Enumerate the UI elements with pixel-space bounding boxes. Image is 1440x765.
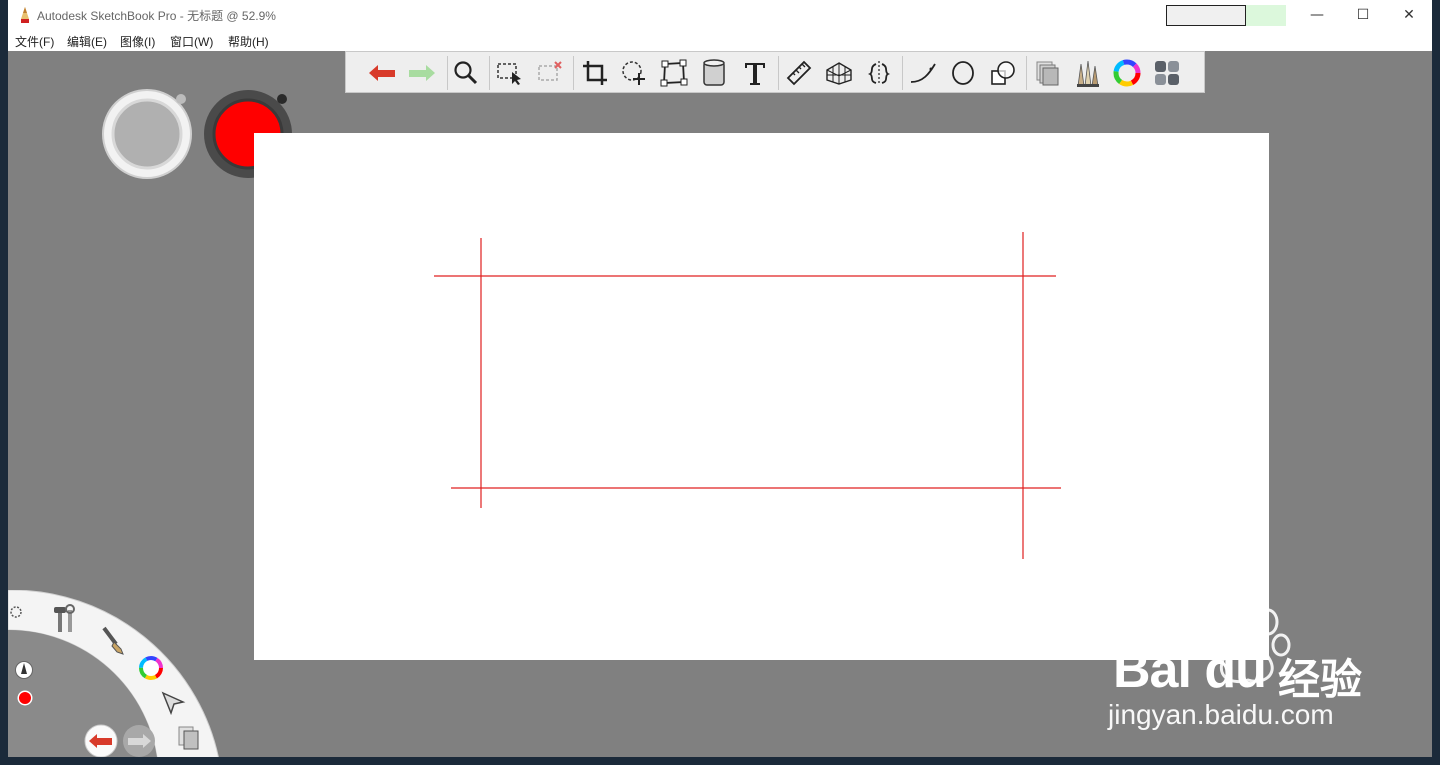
title-bar-field-highlight	[1246, 5, 1286, 26]
palettes-icon[interactable]	[1151, 57, 1183, 89]
watermark-cn: 经验	[1278, 655, 1363, 704]
text-icon[interactable]	[739, 57, 771, 89]
toolbar-separator	[573, 56, 574, 90]
main-toolbar	[345, 51, 1205, 93]
canvas-strokes	[434, 232, 1061, 559]
close-button[interactable]: ✕	[1386, 0, 1432, 30]
toolbar-separator	[1026, 56, 1027, 90]
lagoon-color-wheel-icon[interactable]	[135, 652, 167, 684]
drawing-canvas[interactable]	[254, 133, 1269, 660]
transform-icon[interactable]	[618, 57, 650, 89]
layers-icon[interactable]	[1031, 57, 1063, 89]
shapes-icon[interactable]	[987, 57, 1019, 89]
menu-file[interactable]: 文件(F)	[15, 33, 54, 50]
zoom-icon[interactable]	[450, 57, 482, 89]
title-bar: Autodesk SketchBook Pro - 无标题 @ 52.9% — …	[8, 0, 1432, 30]
redo-icon[interactable]	[406, 57, 438, 89]
watermark-brand: Bai du	[1113, 641, 1267, 699]
lagoon-menu	[8, 590, 238, 757]
minimize-button[interactable]: —	[1294, 0, 1340, 30]
watermark-url: jingyan.baidu.com	[1108, 699, 1334, 730]
brushes-icon[interactable]	[1071, 57, 1103, 89]
ellipse-icon[interactable]	[947, 57, 979, 89]
menu-image[interactable]: 图像(I)	[120, 33, 155, 50]
title-bar-field	[1166, 5, 1246, 26]
lagoon-redo-icon[interactable]	[122, 724, 156, 757]
menu-window[interactable]: 窗口(W)	[170, 33, 213, 50]
lagoon-layers-icon[interactable]	[174, 723, 204, 753]
lagoon-pencil-icon[interactable]	[14, 660, 34, 680]
curve-icon[interactable]	[907, 57, 939, 89]
select-icon[interactable]	[494, 57, 526, 89]
toolbar-separator	[489, 56, 490, 90]
symmetry-icon[interactable]	[863, 57, 895, 89]
lagoon-settings-icon[interactable]	[8, 600, 26, 624]
window-title: Autodesk SketchBook Pro - 无标题 @ 52.9%	[37, 9, 276, 23]
undo-icon[interactable]	[366, 57, 398, 89]
toolbar-separator	[902, 56, 903, 90]
lagoon-tools-icon[interactable]	[50, 602, 80, 636]
lagoon-color-dot[interactable]	[16, 689, 34, 707]
menu-edit[interactable]: 编辑(E)	[67, 33, 107, 50]
maximize-button[interactable]: ☐	[1340, 0, 1386, 30]
perspective-icon[interactable]	[823, 57, 855, 89]
secondary-color-puck[interactable]	[101, 88, 193, 180]
sketchbook-app-icon	[21, 7, 29, 23]
fill-icon[interactable]	[698, 57, 730, 89]
lagoon-select-icon[interactable]	[158, 688, 188, 718]
toolbar-separator	[778, 56, 779, 90]
color-wheel-icon[interactable]	[1111, 57, 1143, 89]
ruler-icon[interactable]	[783, 57, 815, 89]
menu-bar: 文件(F) 编辑(E) 图像(I) 窗口(W) 帮助(H)	[8, 30, 1432, 51]
toolbar-separator	[447, 56, 448, 90]
distort-icon[interactable]	[658, 57, 690, 89]
crop-icon[interactable]	[579, 57, 611, 89]
menu-help[interactable]: 帮助(H)	[228, 33, 269, 50]
lagoon-undo-icon[interactable]	[84, 724, 118, 757]
deselect-icon[interactable]	[534, 57, 566, 89]
app-window: Autodesk SketchBook Pro - 无标题 @ 52.9% — …	[8, 0, 1432, 757]
lagoon-brush-icon[interactable]	[98, 624, 130, 656]
